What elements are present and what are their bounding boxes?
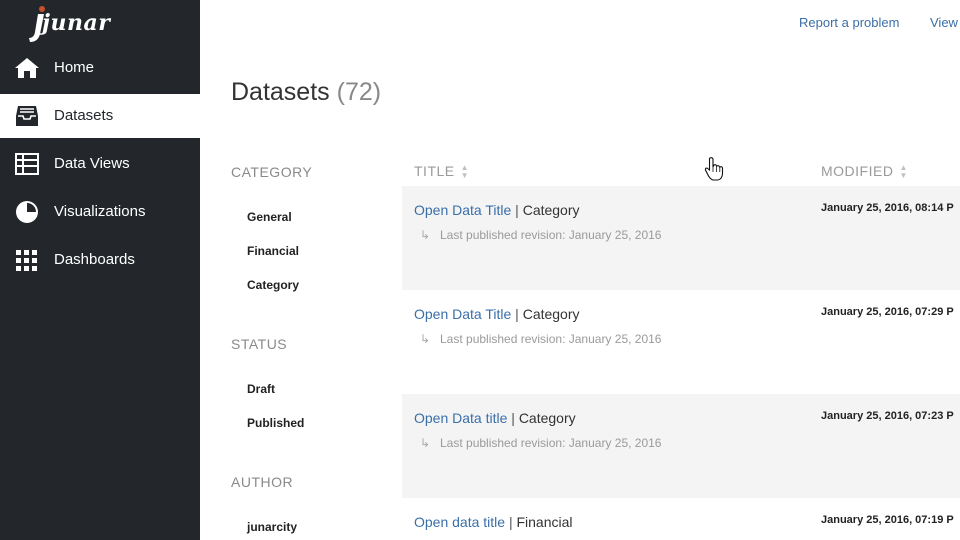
- sidebar-item-label: Datasets: [54, 107, 114, 124]
- category-filter-heading: CATEGORY: [231, 164, 313, 180]
- table-row[interactable]: Open Data title | Category ↳ Last publish…: [402, 394, 960, 498]
- sort-icon: ▲ ▼: [460, 163, 470, 181]
- title-separator: |: [515, 202, 519, 218]
- row-title: Open Data title | Category: [414, 410, 576, 426]
- view-link[interactable]: View: [930, 15, 958, 30]
- title-header-label: TITLE: [414, 163, 455, 179]
- return-arrow-icon: ↳: [420, 228, 431, 242]
- home-icon: [15, 58, 39, 78]
- revision-text: Last published revision: January 25, 201…: [440, 436, 662, 450]
- modified-date: January 25, 2016, 07:23 P: [821, 410, 954, 422]
- revision-info: ↳ Last published revision: January 25, 20…: [420, 436, 661, 450]
- title-separator: |: [515, 306, 519, 322]
- pie-chart-icon: [16, 201, 38, 223]
- filter-author-junarcity[interactable]: junarcity: [247, 520, 297, 534]
- sidebar-item-data-views[interactable]: Data Views: [0, 142, 200, 186]
- dashboard-grid-icon: [16, 250, 37, 271]
- sidebar-item-label: Data Views: [54, 155, 130, 172]
- row-title: Open Data Title | Category: [414, 306, 580, 322]
- table-row[interactable]: Open data title | Financial January 25, …: [402, 498, 960, 540]
- dataset-category: Category: [518, 410, 576, 426]
- sort-icon: ▲ ▼: [899, 163, 908, 181]
- dataset-title-link[interactable]: Open data title: [414, 514, 505, 530]
- revision-text: Last published revision: January 25, 201…: [440, 332, 662, 346]
- filter-category-category[interactable]: Category: [247, 278, 299, 292]
- return-arrow-icon: ↳: [420, 436, 431, 450]
- filter-status-draft[interactable]: Draft: [247, 382, 275, 396]
- dataset-title-link[interactable]: Open Data Title: [414, 306, 511, 322]
- modified-date: January 25, 2016, 07:19 P: [821, 514, 954, 526]
- sidebar-item-home[interactable]: Home: [0, 46, 200, 90]
- title-column-header[interactable]: TITLE ▲ ▼: [414, 163, 469, 180]
- sidebar-item-label: Dashboards: [54, 251, 135, 268]
- dataset-category: Category: [522, 306, 580, 322]
- sidebar-item-label: Home: [54, 59, 95, 76]
- dataset-count: (72): [336, 78, 382, 106]
- modified-date: January 25, 2016, 08:14 P: [821, 202, 954, 214]
- title-separator: |: [508, 514, 513, 530]
- dataset-title-link[interactable]: Open Data title: [414, 410, 507, 426]
- revision-info: ↳ Last published revision: January 25, 20…: [420, 332, 661, 346]
- modified-column-header[interactable]: MODIFIED ▲ ▼: [821, 163, 908, 180]
- title-separator: |: [511, 410, 515, 426]
- sidebar-item-dashboards[interactable]: Dashboards: [0, 238, 200, 282]
- report-problem-link[interactable]: Report a problem: [799, 15, 899, 30]
- revision-info: ↳ Last published revision: January 25, 20…: [420, 228, 661, 242]
- filter-category-general[interactable]: General: [247, 210, 292, 224]
- row-title: Open data title | Financial: [414, 514, 573, 530]
- junar-logo[interactable]: junar: [16, 4, 110, 44]
- dataset-title-link[interactable]: Open Data Title: [414, 202, 511, 218]
- inbox-tray-icon: [16, 106, 38, 126]
- page-title: Datasets (72): [231, 78, 381, 107]
- table-grid-icon: [15, 153, 39, 175]
- sidebar-item-datasets[interactable]: Datasets: [0, 94, 200, 138]
- filter-status-published[interactable]: Published: [247, 416, 304, 430]
- sidebar-item-visualizations[interactable]: Visualizations: [0, 190, 200, 234]
- dataset-category: Category: [522, 202, 580, 218]
- modified-header-label: MODIFIED: [821, 163, 894, 179]
- revision-text: Last published revision: January 25, 201…: [440, 228, 662, 242]
- table-row[interactable]: Open Data Title | Category ↳ Last publish…: [402, 186, 960, 290]
- return-arrow-icon: ↳: [420, 332, 431, 346]
- table-row[interactable]: Open Data Title | Category ↳ Last publish…: [402, 290, 960, 394]
- logo-text: junar: [42, 10, 111, 36]
- hand-cursor-icon: [704, 157, 724, 181]
- dataset-category: Financial: [516, 514, 573, 530]
- filter-category-financial[interactable]: Financial: [247, 244, 299, 258]
- modified-date: January 25, 2016, 07:29 P: [821, 306, 954, 318]
- page-title-text: Datasets: [231, 78, 330, 106]
- sidebar-item-label: Visualizations: [54, 203, 146, 220]
- sidebar: junar Home Datasets Data Views Visualiza…: [0, 0, 200, 540]
- row-title: Open Data Title | Category: [414, 202, 580, 218]
- author-filter-heading: AUTHOR: [231, 474, 294, 490]
- status-filter-heading: STATUS: [231, 336, 288, 352]
